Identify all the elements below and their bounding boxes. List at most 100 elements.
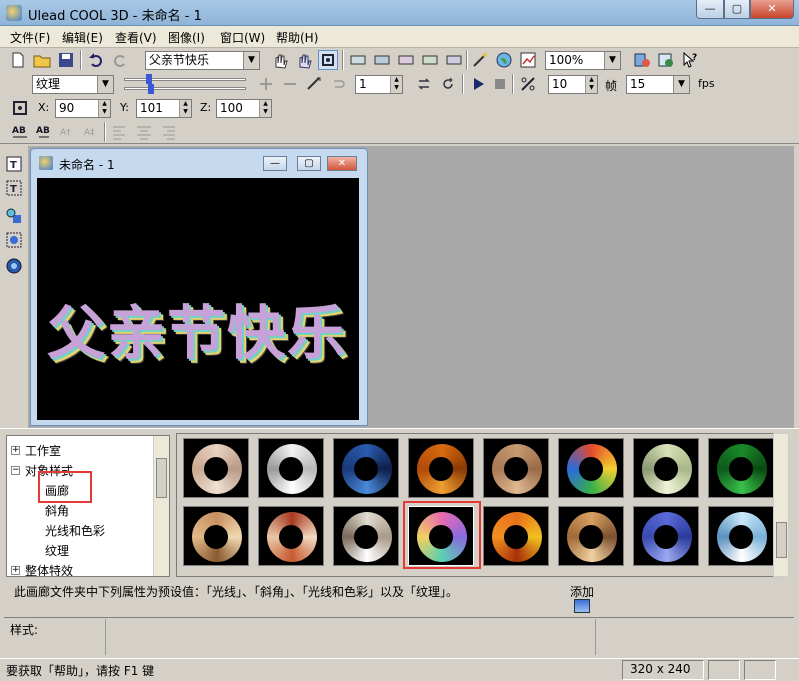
gallery-thumbnail[interactable]	[258, 506, 324, 566]
chart-button[interactable]	[518, 50, 538, 70]
frame-count-spinner[interactable]: 10 ▲ ▼	[548, 75, 598, 94]
reverse-keyframe-button[interactable]	[304, 74, 324, 94]
gallery-scrollbar[interactable]	[773, 433, 789, 577]
align-center-button[interactable]	[134, 122, 154, 142]
undo-button[interactable]	[86, 50, 106, 70]
view-button-1[interactable]	[348, 50, 368, 70]
tree-item-light-color[interactable]: 光线和色彩	[45, 522, 105, 539]
edit-text-button[interactable]: T	[4, 178, 24, 198]
scroll-thumb[interactable]	[776, 522, 787, 558]
scroll-thumb[interactable]	[156, 458, 167, 498]
tree-item-texture[interactable]: 纹理	[45, 542, 69, 559]
timeline-thumb-bottom[interactable]	[148, 84, 154, 94]
refresh-button[interactable]	[438, 74, 458, 94]
gallery-thumbnail[interactable]	[483, 438, 549, 498]
stop-button[interactable]	[490, 74, 510, 94]
context-help-button[interactable]: ?	[680, 50, 700, 70]
document-window[interactable]: 未命名 - 1 — ▢ ✕ 父亲节快乐	[30, 148, 368, 426]
align-right-button[interactable]	[158, 122, 178, 142]
gallery-thumbnail[interactable]	[708, 438, 774, 498]
save-button[interactable]	[56, 50, 76, 70]
view-button-2[interactable]	[372, 50, 392, 70]
edit-shape-button[interactable]	[4, 230, 24, 250]
menu-view[interactable]: 查看(V)	[115, 29, 157, 46]
redo-button[interactable]	[110, 50, 130, 70]
spinner-arrows-icon[interactable]: ▲ ▼	[259, 100, 271, 117]
loop-back-button[interactable]	[328, 74, 348, 94]
y-spinner[interactable]: 101 ▲ ▼	[136, 99, 192, 118]
attribute-select[interactable]: 纹理 ▼	[32, 75, 114, 94]
spinner-arrows-icon[interactable]: ▲ ▼	[179, 100, 191, 117]
char-spacing-wide-button[interactable]: AB	[10, 122, 30, 142]
canvas-preview[interactable]: 父亲节快乐	[37, 178, 359, 420]
canvas-3d-text[interactable]: 父亲节快乐	[47, 286, 347, 370]
spinner-arrows-icon[interactable]: ▲ ▼	[98, 100, 110, 117]
close-button[interactable]: ✕	[750, 0, 794, 19]
rotate-tool-button[interactable]	[294, 50, 314, 70]
gallery-thumbnail[interactable]	[258, 438, 324, 498]
view-button-5[interactable]	[444, 50, 464, 70]
gallery-thumbnail[interactable]	[333, 506, 399, 566]
maximize-button[interactable]: ▢	[724, 0, 750, 19]
line-spacing-down-button[interactable]: A‡	[82, 122, 102, 142]
pan-tool-button[interactable]	[270, 50, 290, 70]
insert-shape-button[interactable]	[4, 206, 24, 226]
x-spinner[interactable]: 90 ▲ ▼	[55, 99, 111, 118]
gallery-thumbnail[interactable]	[633, 506, 699, 566]
z-spinner[interactable]: 100 ▲ ▼	[216, 99, 272, 118]
expand-icon[interactable]: +	[11, 566, 20, 575]
menu-file[interactable]: 文件(F)	[10, 29, 50, 46]
open-file-button[interactable]	[32, 50, 52, 70]
add-keyframe-button[interactable]	[256, 74, 276, 94]
menu-edit[interactable]: 编辑(E)	[62, 29, 103, 46]
gallery-thumbnail[interactable]	[483, 506, 549, 566]
smooth-button[interactable]	[518, 74, 538, 94]
gallery-thumbnail[interactable]	[708, 506, 774, 566]
spinner-arrows-icon[interactable]: ▲ ▼	[390, 76, 402, 93]
gallery-thumbnail[interactable]	[558, 438, 624, 498]
current-frame-spinner[interactable]: 1 ▲ ▼	[355, 75, 403, 94]
tree-item-bevel[interactable]: 斜角	[45, 502, 69, 519]
timeline-slider[interactable]	[120, 74, 250, 94]
remove-keyframe-button[interactable]	[280, 74, 300, 94]
collapse-icon[interactable]: −	[11, 466, 20, 475]
tree-item-global-fx[interactable]: 整体特效	[25, 562, 73, 576]
doc-maximize-button[interactable]: ▢	[297, 156, 321, 171]
menu-window[interactable]: 窗口(W)	[220, 29, 265, 46]
loop-button[interactable]	[414, 74, 434, 94]
gallery-thumbnail[interactable]	[633, 438, 699, 498]
gallery-thumbnail[interactable]	[183, 506, 249, 566]
align-left-button[interactable]	[110, 122, 130, 142]
view-button-4[interactable]	[420, 50, 440, 70]
zoom-select[interactable]: 100% ▼	[545, 51, 621, 70]
add-to-gallery-icon[interactable]	[574, 599, 590, 613]
view-button-3[interactable]	[396, 50, 416, 70]
tree-scrollbar[interactable]	[153, 436, 169, 576]
size-tool-button[interactable]	[318, 50, 338, 70]
text-select[interactable]: 父亲节快乐 ▼	[145, 51, 260, 70]
doc-minimize-button[interactable]: —	[263, 156, 287, 171]
wand-button[interactable]	[470, 50, 490, 70]
spinner-arrows-icon[interactable]: ▲ ▼	[585, 76, 597, 93]
save-image-button[interactable]	[656, 50, 676, 70]
menu-image[interactable]: 图像(I)	[168, 29, 205, 46]
play-button[interactable]	[468, 74, 488, 94]
menu-help[interactable]: 帮助(H)	[276, 29, 318, 46]
new-file-button[interactable]	[8, 50, 28, 70]
line-spacing-up-button[interactable]: A†	[58, 122, 78, 142]
timeline-thumb[interactable]	[146, 74, 152, 84]
char-spacing-narrow-button[interactable]: AB	[34, 122, 54, 142]
globe-button[interactable]	[494, 50, 514, 70]
gallery-thumbnail[interactable]	[333, 438, 399, 498]
gallery-thumbnail[interactable]	[408, 438, 474, 498]
export-button[interactable]	[632, 50, 652, 70]
gallery-thumbnail[interactable]	[183, 438, 249, 498]
insert-text-button[interactable]: T	[4, 154, 24, 174]
gallery-thumbnail[interactable]	[558, 506, 624, 566]
position-mode-button[interactable]	[10, 98, 30, 118]
insert-object-button[interactable]	[4, 256, 24, 276]
minimize-button[interactable]: —	[696, 0, 724, 19]
fps-select[interactable]: 15 ▼	[626, 75, 690, 94]
tree-item-studio[interactable]: 工作室	[25, 442, 61, 459]
expand-icon[interactable]: +	[11, 446, 20, 455]
